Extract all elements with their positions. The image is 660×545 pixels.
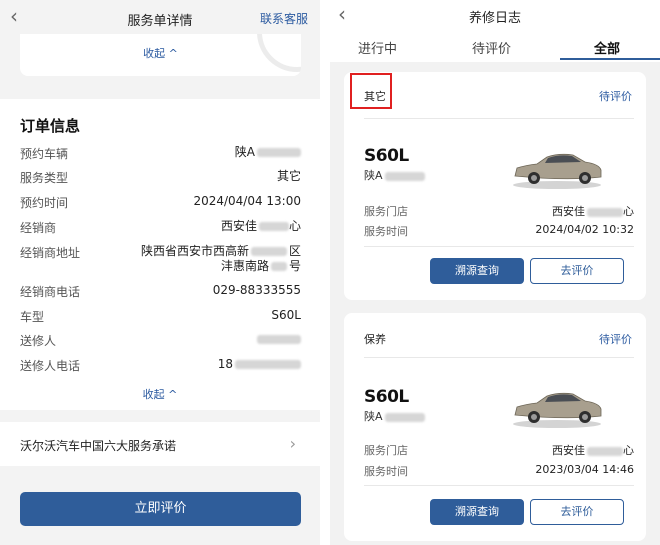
row-value: S60L — [271, 308, 301, 322]
status-badge: 待评价 — [599, 333, 632, 346]
time-value: 2023/03/04 14:46 — [535, 463, 634, 476]
time-label: 服务时间 — [364, 225, 408, 238]
go-rate-button[interactable]: 去评价 — [530, 258, 624, 284]
service-order-detail-screen: ‹ 服务单详情 联系客服 收起 ^ 订单信息 预约车辆 陕A 服务类型 其它 预… — [0, 0, 320, 545]
collapse-toggle[interactable]: 收起 ^ — [20, 45, 301, 61]
service-promise-row[interactable]: 沃尔沃汽车中国六大服务承诺 › — [0, 422, 320, 466]
order-info-card: 订单信息 预约车辆 陕A 服务类型 其它 预约时间 2024/04/04 13:… — [0, 99, 320, 410]
row-label: 预约车辆 — [20, 147, 69, 161]
section-title: 订单信息 — [20, 117, 81, 135]
store-label: 服务门店 — [364, 205, 408, 218]
page-title: 养修日志 — [468, 11, 521, 26]
row-label: 送修人 — [20, 334, 57, 348]
row-label: 服务类型 — [20, 171, 69, 185]
status-badge: 待评价 — [599, 90, 632, 103]
car-model: S60L — [364, 146, 409, 166]
car-image — [513, 392, 602, 428]
divider — [364, 485, 634, 486]
header: ‹ 养修日志 进行中 待评价 全部 — [330, 0, 660, 62]
service-record-card[interactable]: 保养 待评价 S60L 陕A 服务门店 西安佳心 服务时间 2023/03/04… — [344, 313, 646, 541]
license-plate: 陕A — [364, 167, 425, 183]
divider — [364, 118, 634, 119]
rate-now-button[interactable]: 立即评价 — [20, 492, 301, 526]
license-plate: 陕A — [364, 408, 425, 424]
store-value: 西安佳心 — [552, 205, 634, 218]
store-label: 服务门店 — [364, 444, 408, 457]
tab-in-progress[interactable]: 进行中 — [358, 38, 397, 57]
tab-all[interactable]: 全部 — [594, 38, 620, 57]
car-image — [513, 153, 602, 189]
row-value: 陕A — [235, 145, 301, 160]
top-card: 收起 ^ — [20, 34, 301, 76]
row-label: 预约时间 — [20, 196, 69, 210]
row-label: 经销商电话 — [20, 285, 81, 299]
row-label: 车型 — [20, 310, 45, 324]
tab-pending-review[interactable]: 待评价 — [472, 38, 511, 57]
collapse-toggle[interactable]: 收起 ^ — [0, 386, 320, 402]
row-value: 西安佳心 — [220, 219, 301, 233]
header: ‹ 服务单详情 联系客服 — [0, 0, 320, 34]
active-tab-indicator — [560, 58, 660, 60]
trace-query-button[interactable]: 溯源查询 — [430, 258, 524, 284]
row-value: 029-88333555 — [212, 283, 301, 297]
go-rate-button[interactable]: 去评价 — [530, 499, 624, 525]
row-value: 陕西省西安市西高新区 沣惠南路号 — [140, 244, 301, 273]
row-value — [257, 332, 301, 347]
row-label: 经销商 — [20, 221, 57, 235]
car-model: S60L — [364, 387, 409, 407]
customer-service-link[interactable]: 联系客服 — [260, 10, 308, 27]
row-label: 送修人电话 — [20, 359, 81, 373]
trace-query-button[interactable]: 溯源查询 — [430, 499, 524, 525]
store-value: 西安佳心 — [552, 444, 634, 457]
row-label: 经销商地址 — [20, 246, 81, 260]
service-type: 其它 — [364, 90, 386, 103]
chevron-right-icon: › — [289, 434, 296, 453]
maintenance-log-screen: ‹ 养修日志 进行中 待评价 全部 其它 待评价 S60L 陕A 服务门店 西安… — [330, 0, 660, 545]
divider — [364, 357, 634, 358]
time-value: 2024/04/02 10:32 — [535, 223, 634, 236]
time-label: 服务时间 — [364, 465, 408, 478]
service-type: 保养 — [364, 333, 386, 346]
promise-text: 沃尔沃汽车中国六大服务承诺 — [20, 439, 177, 453]
service-record-card[interactable]: 其它 待评价 S60L 陕A 服务门店 西安佳心 服务时间 2024/04/02… — [344, 72, 646, 300]
divider — [364, 246, 634, 247]
row-value: 其它 — [276, 169, 301, 183]
row-value: 2024/04/04 13:00 — [193, 194, 301, 208]
row-value: 18 — [218, 357, 301, 372]
